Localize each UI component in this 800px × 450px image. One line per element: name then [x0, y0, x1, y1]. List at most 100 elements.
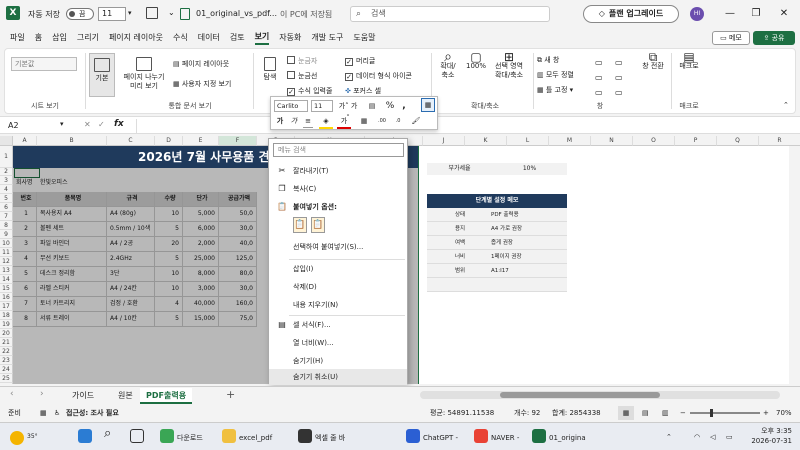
row-header[interactable]: 4: [0, 185, 13, 194]
align-center-icon[interactable]: ≡: [303, 115, 313, 128]
taskbar-app-3[interactable]: ChatGPT -: [406, 429, 458, 445]
decrease-decimal-icon[interactable]: .0: [391, 115, 405, 127]
column-header[interactable]: M: [549, 136, 591, 146]
save-icon[interactable]: [146, 7, 158, 19]
accessibility-status[interactable]: 접근성: 조사 필요: [66, 404, 119, 422]
tab-9[interactable]: 자동화: [279, 31, 301, 44]
switch-windows-button[interactable]: ⧉ 창 전환: [635, 51, 671, 71]
page-break-preview-button[interactable]: 페이지 나누기 미리 보기: [119, 53, 169, 91]
row-header[interactable]: 7: [0, 212, 13, 221]
ruler-checkbox[interactable]: 눈금자: [287, 56, 317, 66]
scrollbar-thumb[interactable]: [500, 392, 660, 398]
font-size-box[interactable]: 11: [98, 7, 126, 21]
tab-6[interactable]: 데이터: [198, 31, 220, 44]
row-header[interactable]: 11: [0, 248, 13, 257]
tab-10[interactable]: 개발 도구: [311, 31, 343, 44]
column-header[interactable]: A: [13, 136, 37, 146]
menu-item-paste-special[interactable]: 선택하여 붙여넣기(S)...: [269, 239, 407, 255]
row-header[interactable]: 6: [0, 203, 13, 212]
next-sheet-icon[interactable]: ›: [40, 389, 44, 399]
menu-item-delete[interactable]: 삭제(D): [269, 279, 407, 295]
custom-view-button[interactable]: ▦ 사용자 지정 보기: [173, 79, 231, 89]
fill-color-icon[interactable]: ◈: [319, 115, 333, 129]
wifi-icon[interactable]: ◠: [694, 429, 700, 445]
tab-2[interactable]: 삽입: [52, 31, 67, 44]
taskbar-app-5[interactable]: 01_origina: [532, 429, 586, 445]
menu-item-hide[interactable]: 숨기기(H): [269, 353, 407, 369]
taskbar-app-0[interactable]: 다운로드: [160, 429, 203, 445]
more-chevron-icon[interactable]: ⌄: [168, 8, 175, 17]
row-header[interactable]: 14: [0, 275, 13, 284]
row-header[interactable]: 3: [0, 176, 13, 185]
arrange-all-button[interactable]: ▥ 모두 정렬: [537, 70, 574, 80]
column-header[interactable]: J: [423, 136, 465, 146]
row-header[interactable]: 25: [0, 374, 13, 383]
vertical-scrollbar[interactable]: [789, 146, 800, 384]
minimize-icon[interactable]: —: [722, 6, 738, 22]
data-format-checkbox[interactable]: ✓ 데이터 형식 아이콘: [345, 71, 412, 81]
row-header[interactable]: 1: [0, 146, 13, 168]
tab-3[interactable]: 그리기: [77, 31, 99, 44]
borders-icon[interactable]: ▦: [357, 115, 371, 127]
menu-item-format-cells[interactable]: ▤ 셀 서식(F)...: [269, 317, 407, 333]
share-button[interactable]: ⇪ 공유: [753, 31, 795, 45]
row-header[interactable]: 26: [0, 383, 13, 384]
zoom-slider[interactable]: [690, 412, 760, 414]
row-header[interactable]: 24: [0, 365, 13, 374]
format-icon[interactable]: ▤: [365, 100, 379, 112]
bold-icon[interactable]: 가: [275, 115, 285, 127]
chevron-down-icon[interactable]: ▾: [128, 9, 132, 17]
row-header[interactable]: 21: [0, 338, 13, 347]
row-header[interactable]: 22: [0, 347, 13, 356]
row-header[interactable]: 9: [0, 230, 13, 239]
menu-item-column-width[interactable]: 열 너비(W)...: [269, 335, 407, 351]
table-format-icon[interactable]: ▦: [421, 98, 435, 112]
tab-8[interactable]: 보기: [254, 30, 270, 45]
name-box[interactable]: A2: [4, 119, 64, 133]
zoom-out-icon[interactable]: −: [680, 404, 686, 422]
gridlines-checkbox[interactable]: 눈금선: [287, 71, 317, 81]
italic-icon[interactable]: 가: [289, 115, 299, 127]
column-header[interactable]: R: [759, 136, 800, 146]
paste-icon[interactable]: 📋: [293, 217, 307, 233]
sheet-tab-0[interactable]: 가이드: [66, 388, 100, 404]
column-header[interactable]: E: [183, 136, 219, 146]
page-layout-view-icon[interactable]: ▤: [642, 404, 649, 422]
column-header[interactable]: L: [507, 136, 549, 146]
page-layout-button[interactable]: ▤ 페이지 레이아웃: [173, 59, 229, 69]
menu-item-copy[interactable]: ❐ 복사(C): [269, 181, 407, 197]
column-header[interactable]: O: [633, 136, 675, 146]
search-box[interactable]: ⌕ 검색: [350, 6, 550, 22]
zoom-in-icon[interactable]: +: [763, 404, 769, 422]
menu-search-input[interactable]: 메뉴 검색: [273, 143, 404, 157]
autosave-toggle[interactable]: 끔: [66, 8, 94, 20]
cancel-icon[interactable]: ✕: [84, 120, 91, 129]
taskbar-app-4[interactable]: NAVER -: [474, 429, 519, 445]
row-header[interactable]: 18: [0, 311, 13, 320]
avatar[interactable]: HI: [690, 7, 704, 21]
normal-view-button[interactable]: 기본: [89, 53, 115, 97]
fx-icon[interactable]: fx: [114, 119, 124, 129]
menu-item-unhide[interactable]: 숨기기 취소(U): [269, 369, 407, 385]
font-name-select[interactable]: Carlito: [274, 100, 308, 112]
macro-button[interactable]: ▤ 매크로: [675, 51, 703, 71]
taskbar-search-icon[interactable]: ⌕: [104, 426, 111, 442]
formula-bar-checkbox[interactable]: ✓ 수식 입력줄: [287, 86, 332, 96]
page-break-view-icon[interactable]: ▥: [662, 404, 669, 422]
row-header[interactable]: 13: [0, 266, 13, 275]
side-by-side-icon[interactable]: ▭ ▭ ▭: [615, 55, 623, 100]
prev-sheet-icon[interactable]: ‹: [10, 389, 14, 399]
focus-cell-button[interactable]: ✜ 포커스 셀: [345, 86, 381, 96]
column-header[interactable]: C: [107, 136, 155, 146]
tab-7[interactable]: 검토: [230, 31, 245, 44]
row-header[interactable]: 19: [0, 320, 13, 329]
column-header[interactable]: N: [591, 136, 633, 146]
column-header[interactable]: K: [465, 136, 507, 146]
maximize-icon[interactable]: ❐: [748, 6, 764, 22]
column-header[interactable]: B: [37, 136, 107, 146]
speaker-icon[interactable]: ◁: [710, 429, 715, 445]
freeze-panes-button[interactable]: ▦ 틀 고정 ▾: [537, 85, 573, 95]
zoom-slider-thumb[interactable]: [710, 409, 713, 417]
sheet-view-select[interactable]: 기본값: [11, 57, 77, 71]
column-header[interactable]: D: [155, 136, 183, 146]
